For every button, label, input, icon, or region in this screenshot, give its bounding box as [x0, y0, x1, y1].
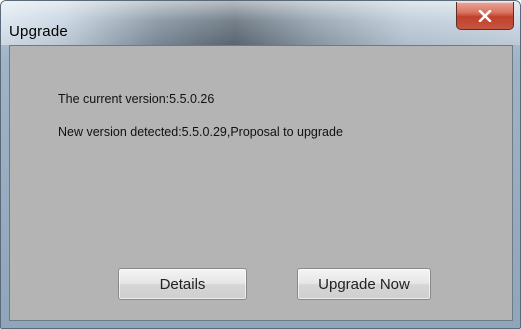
- current-version-text: The current version:5.5.0.26: [58, 92, 215, 106]
- title-bar[interactable]: Upgrade: [1, 1, 520, 45]
- new-version-text: New version detected:5.5.0.29,Proposal t…: [58, 125, 343, 139]
- details-button[interactable]: Details: [118, 268, 247, 300]
- close-x-icon: [478, 9, 492, 22]
- dialog-content: The current version:5.5.0.26 New version…: [9, 45, 513, 321]
- upgrade-dialog: Upgrade The current version:5.5.0.26 New…: [0, 0, 521, 329]
- window-title: Upgrade: [9, 23, 68, 40]
- close-button[interactable]: [456, 2, 514, 30]
- upgrade-now-button[interactable]: Upgrade Now: [297, 268, 431, 300]
